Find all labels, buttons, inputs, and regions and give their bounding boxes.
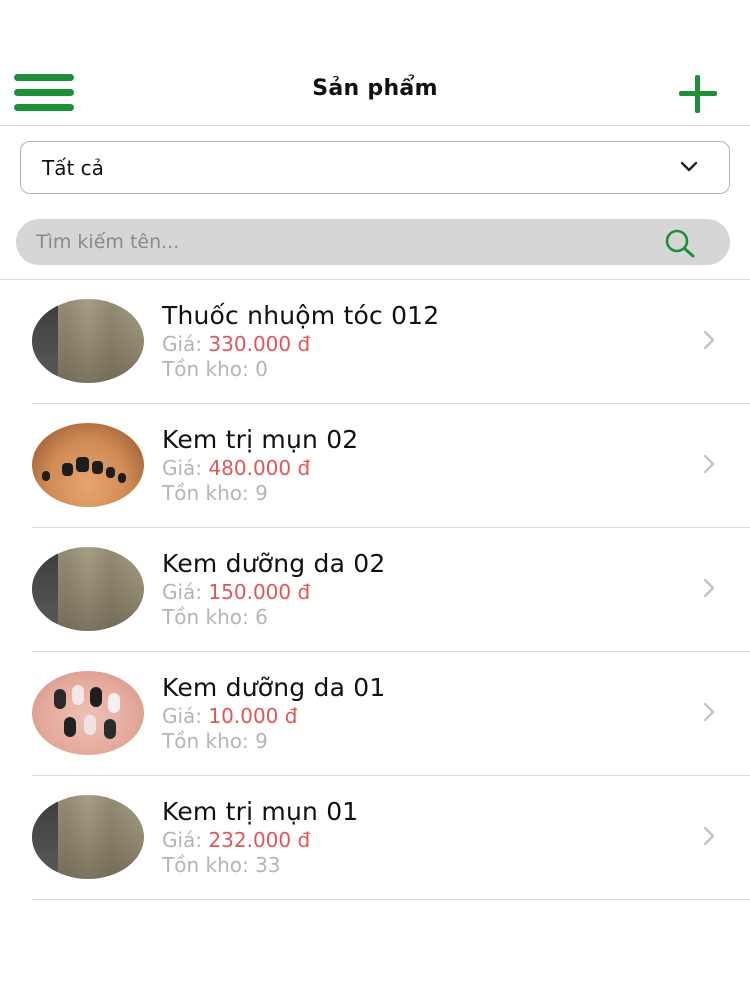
product-stock: Tồn kho: 33 <box>162 853 281 877</box>
product-price: 330.000 đ <box>208 332 311 356</box>
product-name: Thuốc nhuộm tóc 012 <box>162 301 440 330</box>
product-stock: Tồn kho: 0 <box>162 357 268 381</box>
chevron-right-icon <box>703 330 715 350</box>
product-price: 150.000 đ <box>208 580 311 604</box>
product-thumbnail-hair-photo <box>32 795 144 879</box>
chevron-right-icon <box>703 454 715 474</box>
product-price-row: Giá: 150.000 đ <box>162 580 310 604</box>
product-price-row: Giá: 330.000 đ <box>162 332 310 356</box>
price-label: Giá: <box>162 456 209 480</box>
product-price: 480.000 đ <box>208 456 311 480</box>
product-list-item[interactable]: Kem trị mụn 01 Giá: 232.000 đ Tồn kho: 3… <box>0 776 750 900</box>
app-header: Sản phẩm <box>0 50 750 126</box>
product-thumbnail-toenail-photo <box>32 423 144 507</box>
product-price: 10.000 đ <box>208 704 298 728</box>
product-name: Kem dưỡng da 01 <box>162 673 386 702</box>
product-list-item[interactable]: Kem dưỡng da 01 Giá: 10.000 đ Tồn kho: 9 <box>0 652 750 776</box>
chevron-right-icon <box>703 702 715 722</box>
chevron-right-icon <box>703 578 715 598</box>
product-stock: Tồn kho: 9 <box>162 729 268 753</box>
category-filter-value: Tất cả <box>42 156 104 180</box>
product-name: Kem dưỡng da 02 <box>162 549 386 578</box>
price-label: Giá: <box>162 828 209 852</box>
product-stock: Tồn kho: 9 <box>162 481 268 505</box>
search-input[interactable] <box>34 219 654 265</box>
price-label: Giá: <box>162 580 209 604</box>
product-price-row: Giá: 480.000 đ <box>162 456 310 480</box>
price-label: Giá: <box>162 704 209 728</box>
product-list-item[interactable]: Thuốc nhuộm tóc 012 Giá: 330.000 đ Tồn k… <box>0 280 750 404</box>
price-label: Giá: <box>162 332 209 356</box>
product-price-row: Giá: 10.000 đ <box>162 704 297 728</box>
product-list-item[interactable]: Kem trị mụn 02 Giá: 480.000 đ Tồn kho: 9 <box>0 404 750 528</box>
product-stock: Tồn kho: 6 <box>162 605 268 629</box>
chevron-down-icon <box>680 161 698 172</box>
search-bar <box>16 219 730 265</box>
search-icon[interactable] <box>662 228 700 258</box>
product-list: Thuốc nhuộm tóc 012 Giá: 330.000 đ Tồn k… <box>0 280 750 900</box>
chevron-right-icon <box>703 826 715 846</box>
plus-icon <box>679 75 717 113</box>
product-thumbnail-hair-photo <box>32 299 144 383</box>
add-product-button[interactable] <box>676 72 720 116</box>
product-name: Kem trị mụn 02 <box>162 425 359 454</box>
product-price-row: Giá: 232.000 đ <box>162 828 310 852</box>
product-list-item[interactable]: Kem dưỡng da 02 Giá: 150.000 đ Tồn kho: … <box>0 528 750 652</box>
page-title: Sản phẩm <box>312 76 438 101</box>
product-price: 232.000 đ <box>208 828 311 852</box>
product-name: Kem trị mụn 01 <box>162 797 359 826</box>
product-thumbnail-hair-photo <box>32 547 144 631</box>
category-filter-select[interactable]: Tất cả <box>20 141 730 194</box>
product-thumbnail-manicure-photo <box>32 671 144 755</box>
